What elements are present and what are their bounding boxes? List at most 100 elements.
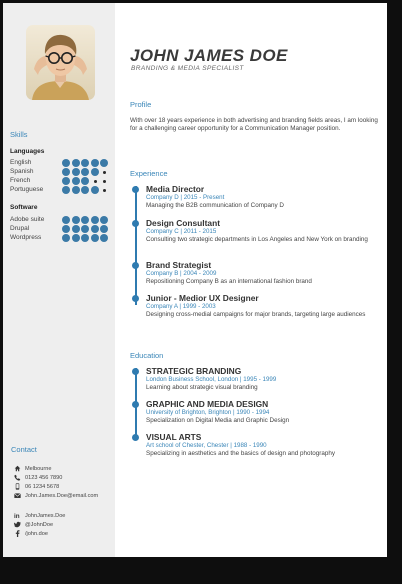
- main-content: JOHN JAMES DOE BRANDING & MEDIA SPECIALI…: [115, 3, 387, 557]
- skill-row: English: [10, 158, 110, 167]
- skill-level-dots: [62, 168, 112, 176]
- twitter-icon: [13, 521, 21, 529]
- skill-level-dots: [62, 177, 112, 185]
- skill-dot-filled: [90, 234, 99, 242]
- entry-description: Repositioning Company B as an internatio…: [146, 278, 312, 285]
- skill-dot-filled: [100, 234, 108, 242]
- mobile-icon: [13, 483, 21, 491]
- skill-level-dots: [62, 216, 112, 224]
- skill-dot-filled: [71, 234, 80, 242]
- social-list: in JohnJames.Doe @JohnDoe/john.doe: [13, 511, 113, 538]
- contact-row: @JohnDoe: [13, 520, 113, 529]
- skill-name: Spanish: [10, 168, 34, 175]
- skill-dot-filled: [90, 216, 99, 224]
- timeline-dot: [132, 219, 139, 227]
- resume-page: Skills Languages English Spanish French Por…: [3, 3, 387, 557]
- portrait-image: [26, 25, 95, 100]
- skill-dot-filled: [71, 168, 80, 176]
- software-list: Adobe suite Drupal Wordpress: [10, 215, 110, 242]
- experience-entry: Brand Strategist Company B | 2004 - 2009 R…: [146, 260, 382, 286]
- skill-dot-filled: [71, 216, 80, 224]
- linkedin-icon: in: [13, 512, 21, 520]
- skill-dot-filled: [71, 159, 80, 167]
- contact-row: Melbourne: [13, 464, 113, 473]
- person-role: BRANDING & MEDIA SPECIALIST: [131, 65, 244, 72]
- skill-name: French: [10, 177, 31, 184]
- entry-description: Specializing in aesthetics and the basic…: [146, 450, 336, 457]
- entry-title: Junior - Medior UX Designer: [146, 293, 259, 303]
- skill-dot-filled: [81, 177, 89, 185]
- skill-dot-filled: [62, 186, 70, 194]
- skills-title: Skills: [10, 130, 28, 139]
- skill-row: Portuguese: [10, 185, 110, 194]
- timeline-dot: [132, 400, 139, 408]
- svg-text:in: in: [14, 513, 20, 519]
- entry-description: Designing cross-medial campaigns for maj…: [146, 311, 366, 318]
- skill-level-dots: [62, 186, 112, 194]
- entry-title: Design Consultant: [146, 218, 220, 228]
- skill-row: French: [10, 176, 110, 185]
- skill-dot-empty: [103, 180, 106, 183]
- entry-meta: Art school of Chester, Chester | 1988 - …: [146, 442, 267, 449]
- skill-name: Adobe suite: [10, 216, 45, 223]
- entry-title: STRATEGIC BRANDING: [146, 366, 242, 376]
- skill-dot-filled: [62, 177, 70, 185]
- contact-row: in JohnJames.Doe: [13, 511, 113, 520]
- experience-entry: Media Director Company D | 2015 - Present…: [146, 184, 382, 210]
- skill-dot-filled: [62, 225, 70, 233]
- entry-title: Brand Strategist: [146, 260, 212, 270]
- languages-list: English Spanish French Portuguese: [10, 158, 110, 194]
- entry-description: Managing the B2B communication of Compan…: [146, 202, 284, 209]
- skill-dot-filled: [90, 225, 99, 233]
- skill-dot-empty: [93, 180, 97, 183]
- software-title: Software: [10, 204, 38, 211]
- entry-meta: Company C | 2011 - 2015: [146, 228, 217, 235]
- skill-row: Wordpress: [10, 233, 110, 242]
- contact-text: @JohnDoe: [25, 521, 54, 528]
- skill-dot-filled: [71, 225, 80, 233]
- profile-title: Profile: [130, 100, 152, 109]
- education-entry: GRAPHIC AND MEDIA DESIGN University of Br…: [146, 399, 382, 425]
- skill-dot-filled: [81, 168, 89, 176]
- education-entry: STRATEGIC BRANDING London Business School…: [146, 366, 382, 392]
- skill-dot-filled: [100, 225, 108, 233]
- contact-title: Contact: [11, 445, 37, 454]
- contact-row: John.James.Doe@email.com: [13, 491, 113, 500]
- entry-title: Media Director: [146, 184, 205, 194]
- skill-dot-empty: [103, 171, 106, 174]
- skill-dot-filled: [81, 234, 89, 242]
- skill-row: Drupal: [10, 224, 110, 233]
- skill-dot-empty: [103, 189, 106, 192]
- person-name: JOHN JAMES DOE: [130, 46, 288, 65]
- skill-dot-filled: [62, 234, 70, 242]
- skill-dot-filled: [81, 216, 89, 224]
- skill-dot-filled: [62, 159, 70, 167]
- contact-text: John.James.Doe@email.com: [25, 492, 99, 499]
- entry-description: Learning about strategic visual branding: [146, 384, 258, 391]
- entry-title: GRAPHIC AND MEDIA DESIGN: [146, 399, 269, 409]
- experience-entry: Design Consultant Company C | 2011 - 2015…: [146, 218, 382, 244]
- phone-icon: [13, 474, 21, 482]
- contact-text: JohnJames.Doe: [25, 512, 66, 519]
- skill-dot-filled: [71, 186, 80, 194]
- education-entry: VISUAL ARTS Art school of Chester, Cheste…: [146, 432, 382, 458]
- experience-entry: Junior - Medior UX Designer Company A | 1…: [146, 293, 382, 319]
- skill-dot-filled: [81, 159, 89, 167]
- timeline-dot: [132, 294, 139, 302]
- contact-row: /john.doe: [13, 529, 113, 538]
- skill-dot-filled: [100, 159, 108, 167]
- contact-text: 06 1234 5678: [25, 483, 60, 490]
- skill-row: Spanish: [10, 167, 110, 176]
- skill-dot-filled: [90, 186, 99, 194]
- skill-dot-filled: [71, 177, 80, 185]
- languages-title: Languages: [10, 148, 45, 155]
- timeline-dot: [132, 367, 139, 375]
- facebook-icon: [13, 530, 21, 538]
- skill-name: English: [10, 159, 32, 166]
- email-icon: [13, 492, 21, 500]
- profile-photo: [26, 25, 95, 100]
- skill-level-dots: [62, 234, 112, 242]
- timeline-dot: [132, 185, 139, 193]
- profile-text: With over 18 years experience in both ad…: [130, 117, 378, 133]
- skill-level-dots: [62, 225, 112, 233]
